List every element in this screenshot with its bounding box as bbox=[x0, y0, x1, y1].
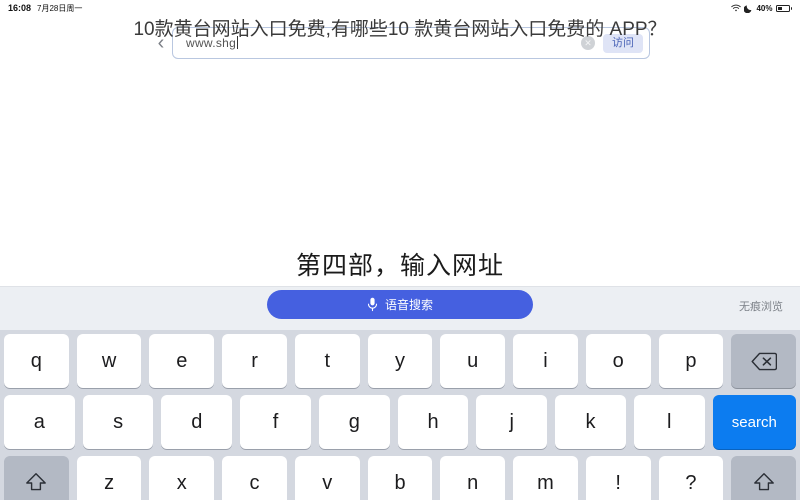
key-z[interactable]: z bbox=[76, 456, 142, 500]
keyboard-row-2: a s d f g h j k l search bbox=[0, 395, 800, 449]
key-a[interactable]: a bbox=[3, 395, 75, 449]
moon-icon bbox=[744, 4, 753, 13]
key-e[interactable]: e bbox=[149, 334, 215, 388]
key-h[interactable]: h bbox=[397, 395, 469, 449]
key-search[interactable]: search bbox=[712, 395, 797, 449]
key-o[interactable]: o bbox=[585, 334, 651, 388]
voice-search-button[interactable]: 语音搜索 bbox=[267, 290, 533, 319]
status-bar-left: 16:08 7月28日周一 bbox=[8, 3, 82, 14]
key-f[interactable]: f bbox=[240, 395, 311, 449]
page-heading: 第四部，输入网址 bbox=[295, 252, 504, 280]
key-n[interactable]: n bbox=[440, 456, 506, 500]
incognito-label[interactable]: 无痕浏览 bbox=[739, 298, 783, 314]
on-screen-keyboard: qwertyuiop a s d f g h j k l search z x c v b n m!? bbox=[0, 330, 800, 500]
key-k[interactable]: k bbox=[555, 395, 626, 449]
key-i[interactable]: i bbox=[513, 334, 578, 388]
key-d[interactable]: d bbox=[161, 395, 233, 449]
wifi-icon bbox=[731, 4, 742, 12]
key-c[interactable]: c bbox=[222, 456, 287, 500]
key-x[interactable]: x bbox=[149, 456, 215, 500]
key-r[interactable]: r bbox=[222, 334, 287, 388]
key-backspace[interactable] bbox=[731, 334, 797, 388]
phone-screen: 16:08 7月28日周一 40% ‹ www.shg ✕ 访问 第四部，输入网… bbox=[0, 0, 800, 500]
shift-icon bbox=[25, 472, 47, 494]
key-w[interactable]: w bbox=[76, 334, 142, 388]
key-l[interactable]: l bbox=[633, 395, 705, 449]
overlay-title: 10款黄台网站入口免费,有哪些10 款黄台网站入口免费的 APP？ bbox=[133, 19, 667, 40]
key-?[interactable]: ? bbox=[658, 456, 724, 500]
keyboard-row-3: z x c v b n m!? bbox=[0, 456, 800, 500]
key-u[interactable]: u bbox=[440, 334, 506, 388]
battery-percent-label: 40% bbox=[756, 3, 773, 13]
status-time: 16:08 bbox=[8, 3, 32, 13]
key-![interactable]: ! bbox=[585, 456, 651, 500]
backspace-icon bbox=[751, 352, 777, 371]
key-q[interactable]: q bbox=[3, 334, 69, 388]
shift-icon bbox=[753, 472, 775, 494]
microphone-icon bbox=[367, 297, 378, 312]
keyboard-row-1: qwertyuiop bbox=[0, 334, 800, 388]
key-p[interactable]: p bbox=[658, 334, 724, 388]
key-t[interactable]: t bbox=[294, 334, 360, 388]
key-shift[interactable] bbox=[731, 456, 797, 500]
key-m[interactable]: m bbox=[513, 456, 578, 500]
status-bar-right: 40% bbox=[731, 4, 792, 13]
key-j[interactable]: j bbox=[476, 395, 548, 449]
status-date: 7月28日周一 bbox=[37, 3, 83, 13]
voice-search-label: 语音搜索 bbox=[384, 298, 433, 312]
key-g[interactable]: g bbox=[318, 395, 390, 449]
battery-icon bbox=[775, 4, 792, 12]
key-shift[interactable] bbox=[3, 456, 69, 500]
key-b[interactable]: b bbox=[367, 456, 433, 500]
key-s[interactable]: s bbox=[82, 395, 154, 449]
key-v[interactable]: v bbox=[294, 456, 360, 500]
key-y[interactable]: y bbox=[367, 334, 433, 388]
